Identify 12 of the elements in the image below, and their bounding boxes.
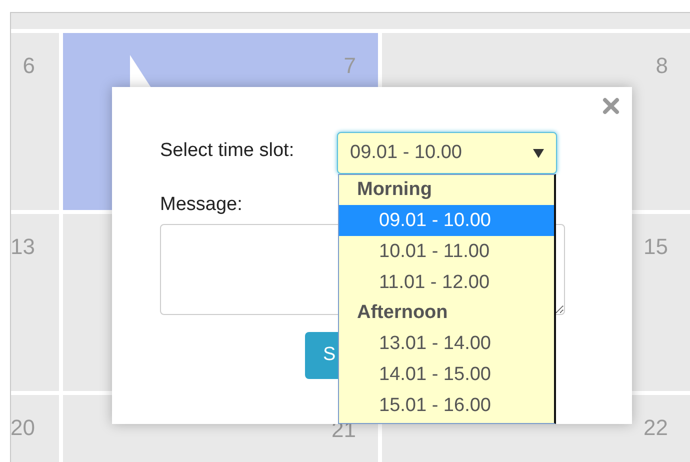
day-number: 8 <box>656 55 668 77</box>
select-value: 09.01 - 10.00 <box>350 140 462 165</box>
option-group-label: Morning <box>356 178 433 202</box>
day-number: 20 <box>10 417 35 439</box>
day-number: 22 <box>644 417 668 439</box>
day-number: 15 <box>644 236 668 258</box>
day-number: 6 <box>22 55 35 77</box>
message-label: Message: <box>160 193 242 217</box>
option-group-label: Afternoon <box>356 301 449 325</box>
time-slot-label: Select time slot: <box>160 139 294 163</box>
day-number: 7 <box>344 55 356 77</box>
day-number: 13 <box>10 236 35 258</box>
